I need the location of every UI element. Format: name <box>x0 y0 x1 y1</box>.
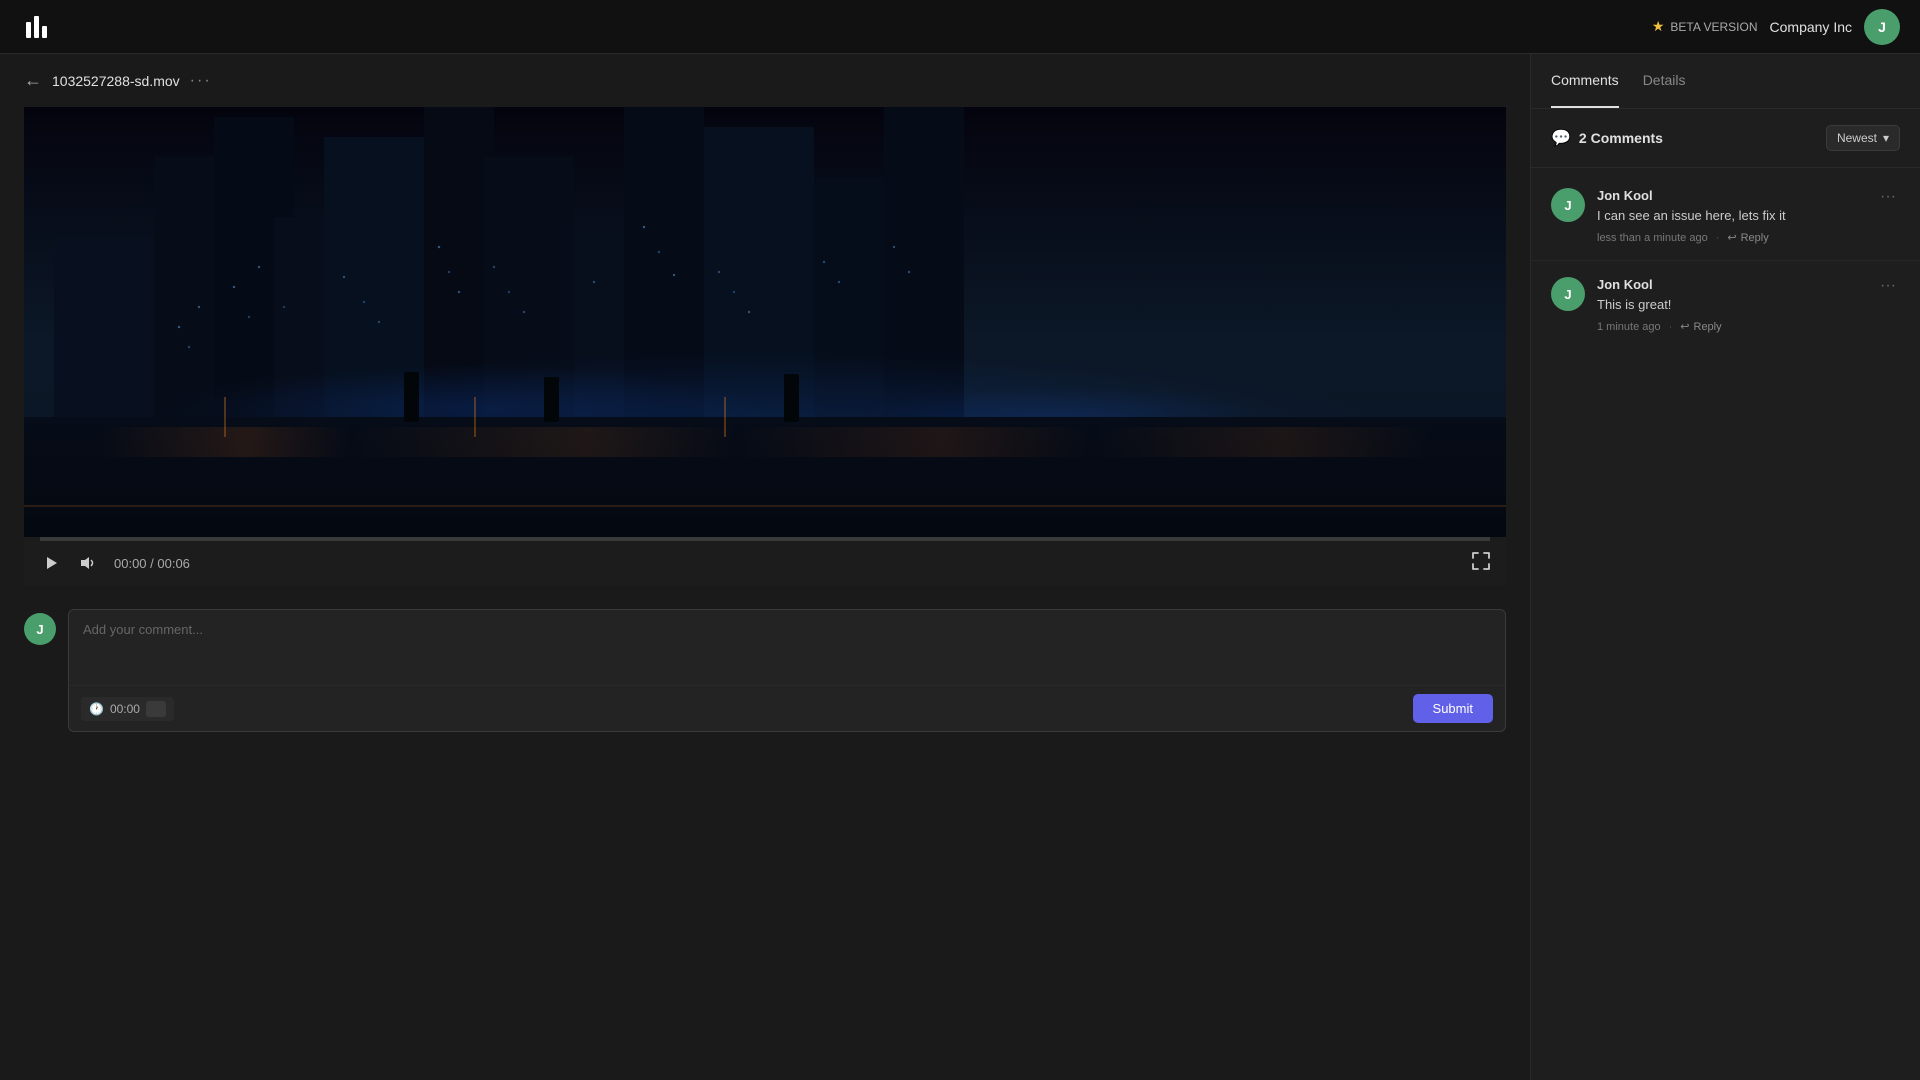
comments-count: 💬 2 Comments <box>1551 128 1663 148</box>
comment-avatar-1: J <box>1551 188 1585 222</box>
comment-content-2: Jon Kool This is great! 1 minute ago · ↩… <box>1597 277 1864 333</box>
comment-username-1: Jon Kool <box>1597 188 1864 203</box>
comments-sidebar: Comments Details 💬 2 Comments Newest ▾ J… <box>1530 54 1920 1080</box>
comment-box: 🕐 00:00 Submit <box>68 609 1506 732</box>
play-button[interactable] <box>40 551 64 575</box>
fullscreen-button[interactable] <box>1472 552 1490 575</box>
comment-item: J Jon Kool This is great! 1 minute ago ·… <box>1531 261 1920 349</box>
comment-time-1: less than a minute ago <box>1597 232 1708 244</box>
comment-text-2: This is great! <box>1597 296 1864 314</box>
comment-more-button-1[interactable]: ··· <box>1876 188 1900 206</box>
time-display: 00:00 / 00:06 <box>114 556 190 571</box>
video-thumbnail <box>24 107 1506 537</box>
top-navigation: ★ BETA VERSION Company Inc J <box>0 0 1920 54</box>
meta-dot-2: · <box>1669 321 1673 333</box>
comment-footer: 🕐 00:00 Submit <box>69 685 1505 731</box>
sort-label: Newest <box>1837 131 1877 145</box>
tab-details[interactable]: Details <box>1643 54 1686 108</box>
file-header: ← 1032527288-sd.mov ··· <box>0 54 1530 107</box>
comment-textarea[interactable] <box>69 610 1505 680</box>
video-section: ← 1032527288-sd.mov ··· <box>0 54 1530 1080</box>
nav-left <box>20 11 52 43</box>
beta-star-icon: ★ <box>1652 18 1665 35</box>
timestamp-small-box <box>146 701 166 717</box>
comment-user-avatar: J <box>24 613 56 645</box>
comments-header: 💬 2 Comments Newest ▾ <box>1531 109 1920 168</box>
file-name: 1032527288-sd.mov <box>52 73 180 89</box>
comments-count-label: 2 Comments <box>1579 130 1663 146</box>
video-container <box>24 107 1506 537</box>
comment-input-area: J 🕐 00:00 Submit <box>0 585 1530 732</box>
video-frame[interactable] <box>24 107 1506 537</box>
comment-bubble-icon: 💬 <box>1551 128 1571 148</box>
controls-left: 00:00 / 00:06 <box>40 551 190 575</box>
comment-username-2: Jon Kool <box>1597 277 1864 292</box>
beta-label: BETA VERSION <box>1670 20 1757 34</box>
user-avatar[interactable]: J <box>1864 9 1900 45</box>
volume-button[interactable] <box>76 551 102 575</box>
comment-item: J Jon Kool I can see an issue here, lets… <box>1531 172 1920 261</box>
reply-button-2[interactable]: ↩ Reply <box>1680 320 1721 333</box>
clock-icon: 🕐 <box>89 702 104 716</box>
sidebar-tabs: Comments Details <box>1531 54 1920 109</box>
reply-icon-2: ↩ <box>1680 320 1689 333</box>
timestamp-value: 00:00 <box>110 702 140 716</box>
comments-list: J Jon Kool I can see an issue here, lets… <box>1531 168 1920 1080</box>
back-button[interactable]: ← <box>24 70 42 91</box>
comment-content-1: Jon Kool I can see an issue here, lets f… <box>1597 188 1864 244</box>
app-logo <box>20 11 52 43</box>
reply-icon-1: ↩ <box>1727 231 1736 244</box>
file-menu-button[interactable]: ··· <box>190 72 212 90</box>
video-controls: 00:00 / 00:06 <box>24 537 1506 585</box>
reply-button-1[interactable]: ↩ Reply <box>1727 231 1768 244</box>
timestamp-badge[interactable]: 🕐 00:00 <box>81 697 174 721</box>
beta-badge: ★ BETA VERSION <box>1652 18 1758 35</box>
comment-text-1: I can see an issue here, lets fix it <box>1597 207 1864 225</box>
comment-meta-1: less than a minute ago · ↩ Reply <box>1597 231 1864 244</box>
comment-meta-2: 1 minute ago · ↩ Reply <box>1597 320 1864 333</box>
chevron-down-icon: ▾ <box>1883 131 1889 145</box>
submit-button[interactable]: Submit <box>1413 694 1493 723</box>
main-layout: ← 1032527288-sd.mov ··· <box>0 54 1920 1080</box>
company-name: Company Inc <box>1770 19 1852 35</box>
comment-time-2: 1 minute ago <box>1597 321 1661 333</box>
nav-right: ★ BETA VERSION Company Inc J <box>1652 9 1900 45</box>
tab-comments[interactable]: Comments <box>1551 54 1619 108</box>
sort-dropdown[interactable]: Newest ▾ <box>1826 125 1900 151</box>
meta-dot-1: · <box>1716 232 1720 244</box>
comment-more-button-2[interactable]: ··· <box>1876 277 1900 295</box>
comment-avatar-2: J <box>1551 277 1585 311</box>
controls-row: 00:00 / 00:06 <box>40 541 1490 585</box>
